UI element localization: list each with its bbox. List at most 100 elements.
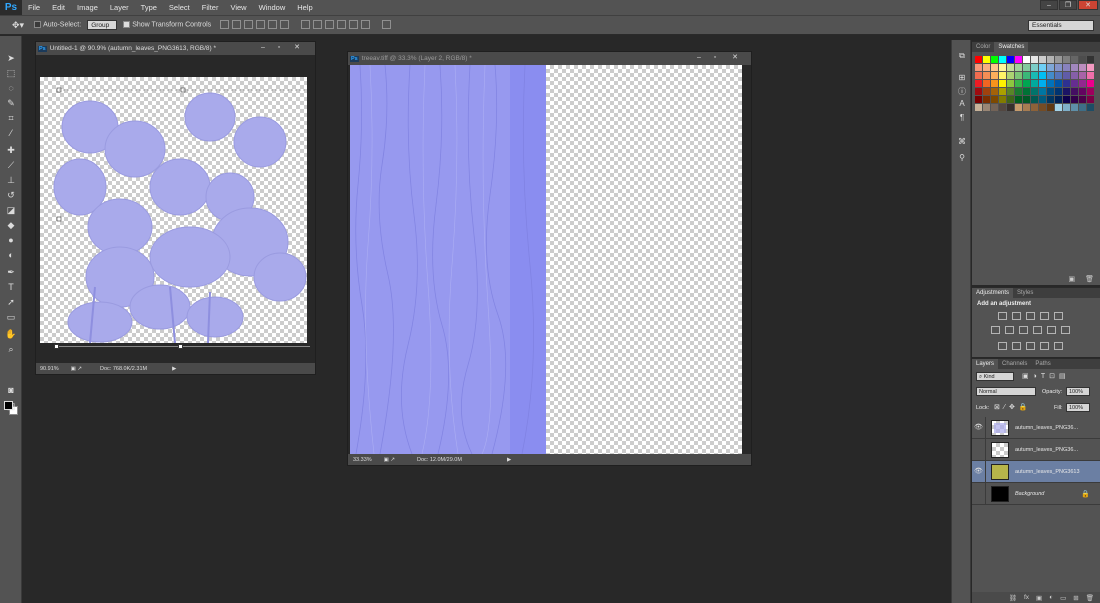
swatch-cell[interactable] [1015,56,1022,63]
brush-tool-icon[interactable]: ⟋ [4,159,18,171]
swatch-cell[interactable] [983,56,990,63]
add-mask-icon[interactable]: ▣ [1036,594,1042,602]
crop-tool-icon[interactable]: ⌗ [4,112,18,124]
selective-color-icon[interactable] [1054,342,1063,350]
layer-filter-icons[interactable]: ▣◑T⊡▤ [1022,372,1070,380]
menu-window[interactable]: Window [253,3,292,12]
vibrance-icon[interactable] [1054,312,1063,320]
levels-icon[interactable] [1012,312,1021,320]
swatch-cell[interactable] [1071,96,1078,103]
distribute-left-icon[interactable] [337,19,347,29]
swatch-cell[interactable] [1087,88,1094,95]
swatch-cell[interactable] [1063,104,1070,111]
swatch-cell[interactable] [1031,80,1038,87]
swatch-cell[interactable] [1071,72,1078,79]
swatch-cell[interactable] [1055,88,1062,95]
swatch-cell[interactable] [999,88,1006,95]
layer-style-icon[interactable]: fx [1024,594,1029,601]
swatch-cell[interactable] [991,56,998,63]
history-brush-tool-icon[interactable]: ↺ [4,189,18,201]
menu-help[interactable]: Help [291,3,318,12]
align-bottom-icon[interactable] [244,19,254,29]
layer-name[interactable]: autumn_leaves_PNG36... [1015,425,1078,431]
tab-paths[interactable]: Paths [1031,359,1054,369]
swatch-cell[interactable] [1007,72,1014,79]
swatch-cell[interactable] [1063,88,1070,95]
doc-minimize-icon[interactable]: – [256,43,270,53]
swatch-cell[interactable] [991,104,998,111]
swatch-cell[interactable] [1039,80,1046,87]
swatch-cell[interactable] [983,80,990,87]
swatch-cell[interactable] [991,80,998,87]
app-restore-icon[interactable]: ❐ [1059,0,1077,10]
tab-adjustments[interactable]: Adjustments [972,288,1014,298]
swatch-cell[interactable] [1023,80,1030,87]
channel-mixer-icon[interactable] [1047,326,1056,334]
dodge-tool-icon[interactable]: ◐ [4,249,18,261]
new-swatch-icon[interactable]: ▣ [1069,276,1076,283]
swatch-cell[interactable] [1087,104,1094,111]
status-menu-arrow-icon[interactable]: ▶ [507,457,511,463]
lasso-tool-icon[interactable]: ◌ [4,82,18,94]
layer-row[interactable]: 👁 autumn_leaves_PNG36... [972,416,1100,439]
swatch-cell[interactable] [1055,96,1062,103]
swatch-cell[interactable] [1055,80,1062,87]
swatch-cell[interactable] [1079,80,1086,87]
status-menu-arrow-icon[interactable]: ▶ [172,366,176,372]
swatch-cell[interactable] [1087,56,1094,63]
swatch-cell[interactable] [975,96,982,103]
invert-icon[interactable] [998,342,1007,350]
swatch-cell[interactable] [1063,96,1070,103]
swatch-cell[interactable] [1047,104,1054,111]
swatch-cell[interactable] [1087,72,1094,79]
zoom-level[interactable]: 90.91% [40,366,59,372]
show-transform-checkbox[interactable]: Show Transform Controls [123,21,211,29]
layer-filter-kind-dropdown[interactable]: ⌕ Kind [976,372,1014,381]
menu-type[interactable]: Type [135,3,163,12]
move-tool-icon[interactable]: ➤ [4,52,18,64]
swatch-cell[interactable] [1031,72,1038,79]
swatch-cell[interactable] [1055,72,1062,79]
visibility-eye-icon[interactable]: 👁 [972,416,986,439]
swatch-cell[interactable] [1047,96,1054,103]
swatch-cell[interactable] [1023,104,1030,111]
swatch-cell[interactable] [1023,96,1030,103]
swatch-cell[interactable] [1007,104,1014,111]
hue-saturation-icon[interactable] [991,326,1000,334]
tab-styles[interactable]: Styles [1013,288,1037,298]
healing-brush-tool-icon[interactable]: ✚ [4,144,18,156]
swatch-cell[interactable] [1071,88,1078,95]
swatch-cell[interactable] [975,88,982,95]
gradient-map-icon[interactable] [1040,342,1049,350]
path-select-tool-icon[interactable]: ➚ [4,296,18,308]
brush-presets-icon[interactable]: ⌘ [956,136,968,147]
swatch-cell[interactable] [999,80,1006,87]
auto-select-checkbox[interactable]: Auto-Select: [34,21,81,29]
canvas-leaves[interactable] [40,77,307,350]
character-icon[interactable]: A [956,98,968,109]
visibility-eye-icon[interactable] [972,482,986,505]
blend-mode-dropdown[interactable]: Normal [976,387,1036,396]
swatch-cell[interactable] [991,64,998,71]
swatch-cell[interactable] [991,72,998,79]
auto-align-icon[interactable] [382,19,392,29]
layer-row-selected[interactable]: 👁 autumn_leaves_PNG3613 [972,460,1100,483]
opacity-input[interactable]: 100% [1066,387,1090,396]
swatch-cell[interactable] [1079,104,1086,111]
color-lookup-icon[interactable] [1061,326,1070,334]
swatch-cell[interactable] [1031,88,1038,95]
swatch-cell[interactable] [983,64,990,71]
doc-close-icon[interactable]: ✕ [290,43,304,53]
distribute-bottom-icon[interactable] [325,19,335,29]
link-layers-icon[interactable]: ⛓ [1009,594,1017,602]
workspace-dropdown[interactable]: Essentials [1028,20,1094,31]
swatch-cell[interactable] [1015,64,1022,71]
transform-handle[interactable] [178,344,183,349]
doc-maximize-icon[interactable]: ▫ [272,43,286,53]
swatch-cell[interactable] [983,96,990,103]
swatch-cell[interactable] [1023,56,1030,63]
swatch-cell[interactable] [1007,64,1014,71]
tab-swatches[interactable]: Swatches [994,42,1029,52]
menu-file[interactable]: File [22,3,46,12]
rectangle-tool-icon[interactable]: ▭ [4,311,18,323]
